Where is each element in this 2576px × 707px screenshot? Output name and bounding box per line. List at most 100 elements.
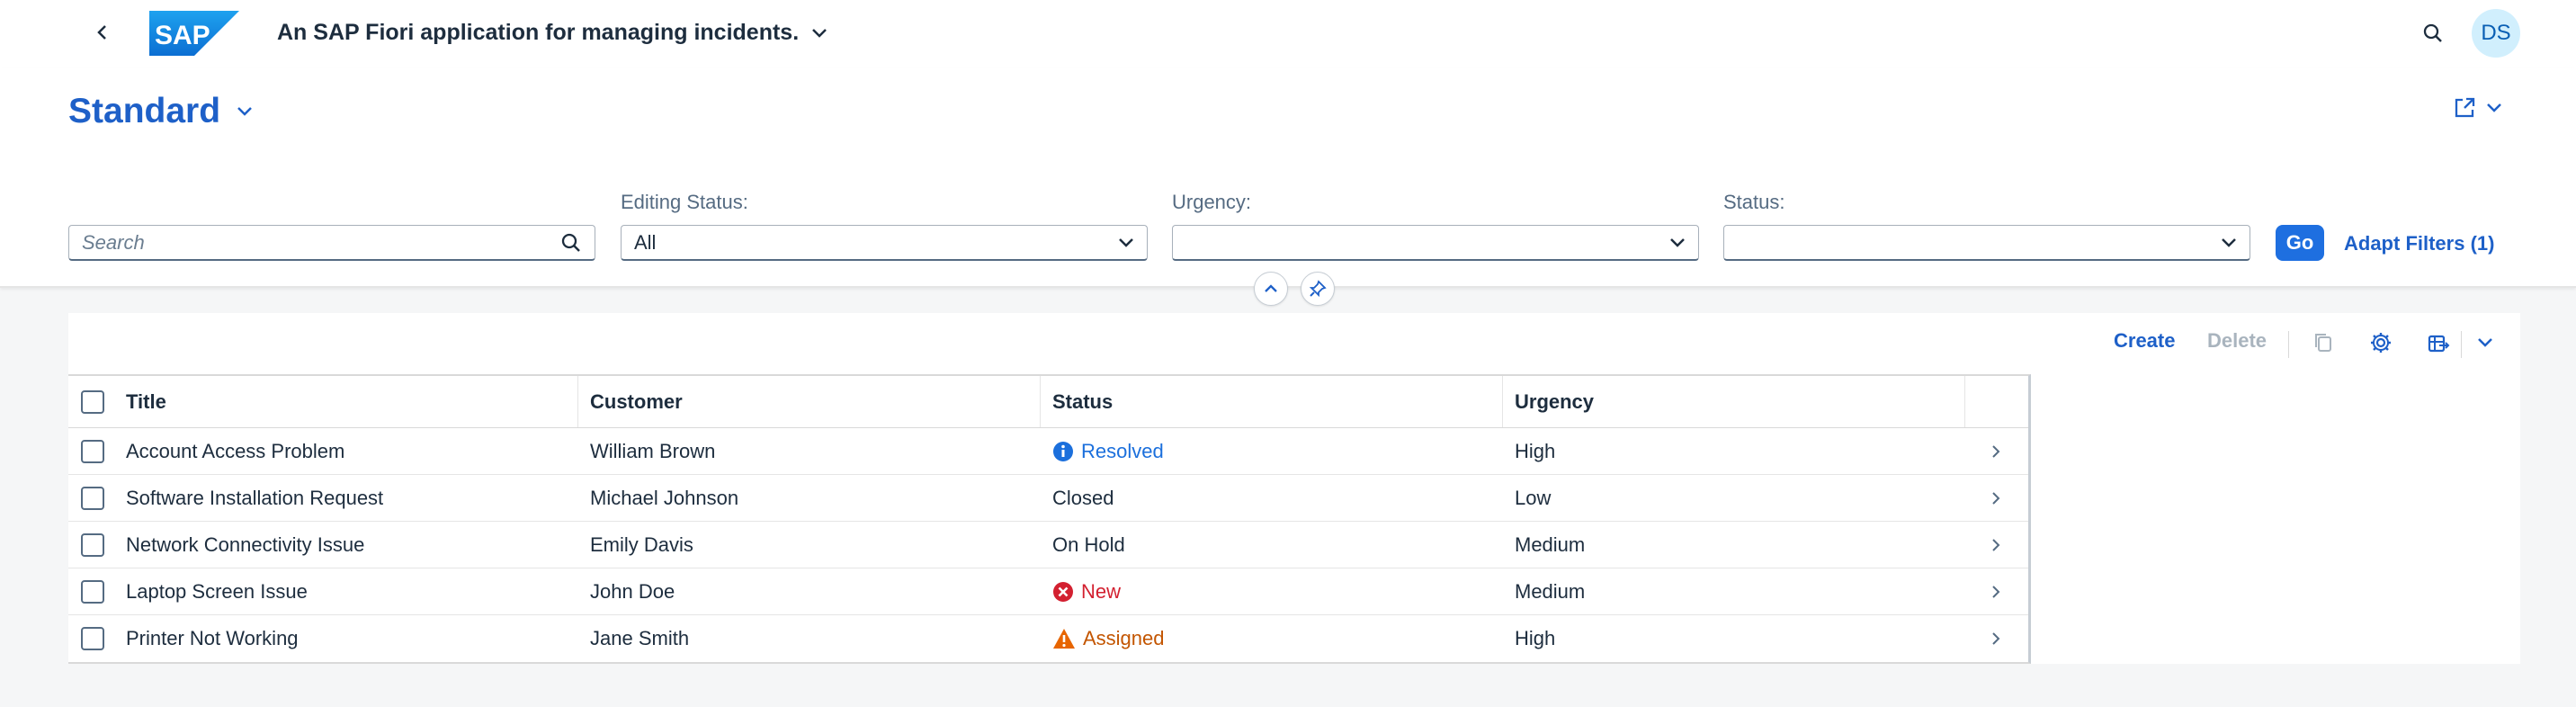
warning-icon xyxy=(1053,629,1075,649)
editing-status-value: All xyxy=(634,230,657,254)
row-checkbox[interactable] xyxy=(81,579,104,604)
chevron-right-icon xyxy=(1992,538,2000,551)
row-title: Printer Not Working xyxy=(126,627,299,649)
table-row[interactable]: Printer Not Working Jane Smith Assigned … xyxy=(68,615,2028,662)
export-button[interactable] xyxy=(2423,327,2454,358)
go-button[interactable]: Go xyxy=(2276,225,2324,261)
status-label: Status: xyxy=(1723,191,1785,213)
chevron-down-icon xyxy=(237,107,252,116)
search-icon xyxy=(2423,23,2442,42)
chevron-down-icon xyxy=(2487,103,2501,112)
delete-button[interactable]: Delete xyxy=(2207,329,2267,353)
create-button[interactable]: Create xyxy=(2114,329,2175,353)
editing-status-select[interactable]: All xyxy=(621,225,1148,261)
urgency-label: Urgency: xyxy=(1172,191,1252,213)
row-navigation[interactable] xyxy=(1990,522,2001,568)
chevron-down-icon xyxy=(1119,237,1133,247)
row-customer: William Brown xyxy=(590,439,716,462)
row-urgency: Low xyxy=(1515,486,1552,509)
row-checkbox[interactable] xyxy=(81,627,104,650)
chevron-down-icon xyxy=(2222,237,2236,247)
shell-search-button[interactable] xyxy=(2418,18,2448,49)
search-icon[interactable] xyxy=(560,232,582,254)
page-title: Standard xyxy=(68,92,221,130)
app-title-menu[interactable]: An SAP Fiori application for managing in… xyxy=(277,20,827,46)
column-header-status[interactable]: Status xyxy=(1052,376,1113,427)
gear-icon xyxy=(2371,333,2391,353)
table-row[interactable]: Laptop Screen Issue John Doe New Medium xyxy=(68,568,2028,615)
app-title: An SAP Fiori application for managing in… xyxy=(277,20,800,45)
avatar[interactable]: DS xyxy=(2472,9,2520,58)
sap-logo: SAP xyxy=(149,11,239,56)
row-status: Closed xyxy=(1052,486,1114,509)
search-input[interactable]: Search xyxy=(68,225,595,261)
column-header-urgency[interactable]: Urgency xyxy=(1515,376,1594,427)
export-icon xyxy=(2428,335,2450,353)
row-urgency: High xyxy=(1515,439,1556,462)
toolbar-separator xyxy=(2288,331,2289,358)
collapse-header-button[interactable] xyxy=(1254,272,1288,306)
row-checkbox[interactable] xyxy=(81,532,104,557)
row-customer: John Doe xyxy=(590,579,675,603)
row-urgency: Medium xyxy=(1515,579,1586,603)
column-header-title[interactable]: Title xyxy=(126,376,166,427)
share-icon xyxy=(2455,97,2475,118)
pin-icon xyxy=(1309,280,1327,298)
row-title: Laptop Screen Issue xyxy=(126,579,308,603)
chevron-down-icon xyxy=(812,28,827,38)
info-icon xyxy=(1053,441,1073,461)
status-select[interactable] xyxy=(1723,225,2250,261)
chevron-down-icon xyxy=(1670,237,1685,247)
row-navigation[interactable] xyxy=(1990,475,2001,521)
row-status: On Hold xyxy=(1052,532,1125,556)
row-navigation[interactable] xyxy=(1990,615,2001,662)
settings-button[interactable] xyxy=(2366,327,2396,358)
chevron-right-icon xyxy=(1992,632,2000,645)
row-navigation[interactable] xyxy=(1990,428,2001,474)
shell-bar: SAP An SAP Fiori application for managin… xyxy=(0,0,2576,68)
toolbar-separator xyxy=(2461,331,2462,358)
table-panel: Create Delete Title Customer Status Urge… xyxy=(68,313,2520,664)
row-title: Software Installation Request xyxy=(126,486,384,509)
share-button[interactable] xyxy=(2452,95,2502,121)
chevron-left-icon xyxy=(97,25,106,40)
row-checkbox[interactable] xyxy=(81,486,104,510)
row-urgency: Medium xyxy=(1515,532,1586,556)
chevron-up-icon xyxy=(1265,284,1277,292)
adapt-filters-button[interactable]: Adapt Filters (1) xyxy=(2344,232,2494,255)
row-checkbox[interactable] xyxy=(81,439,104,463)
back-button[interactable] xyxy=(86,16,119,49)
row-customer: Michael Johnson xyxy=(590,486,739,509)
row-title: Account Access Problem xyxy=(126,439,345,462)
row-urgency: High xyxy=(1515,627,1556,649)
urgency-select[interactable] xyxy=(1172,225,1699,261)
column-header-customer[interactable]: Customer xyxy=(590,376,683,427)
row-status: Assigned xyxy=(1083,627,1165,649)
row-customer: Jane Smith xyxy=(590,627,690,649)
page-header: Standard Search Editing Status: All Urge… xyxy=(0,68,2576,288)
chevron-right-icon xyxy=(1992,585,2000,598)
row-navigation[interactable] xyxy=(1990,568,2001,614)
select-all-checkbox[interactable] xyxy=(81,389,104,414)
pin-header-button[interactable] xyxy=(1301,272,1335,306)
variant-selector[interactable]: Standard xyxy=(68,92,253,131)
chevron-right-icon xyxy=(1992,444,2000,458)
copy-button[interactable] xyxy=(2308,327,2339,358)
row-title: Network Connectivity Issue xyxy=(126,532,365,556)
svg-text:SAP: SAP xyxy=(155,21,210,50)
incidents-table: Title Customer Status Urgency Account Ac… xyxy=(68,374,2031,664)
copy-icon xyxy=(2315,334,2331,352)
chevron-right-icon xyxy=(1992,491,2000,505)
chevron-down-icon xyxy=(2478,338,2492,347)
table-row[interactable]: Network Connectivity Issue Emily Davis O… xyxy=(68,522,2028,568)
editing-status-label: Editing Status: xyxy=(621,191,748,213)
row-status: Resolved xyxy=(1081,439,1164,462)
table-row[interactable]: Software Installation Request Michael Jo… xyxy=(68,475,2028,522)
export-menu-button[interactable] xyxy=(2470,327,2500,358)
row-customer: Emily Davis xyxy=(590,532,693,556)
table-header-row: Title Customer Status Urgency xyxy=(68,376,2028,428)
error-icon xyxy=(1053,581,1073,602)
row-status: New xyxy=(1081,579,1122,603)
search-placeholder: Search xyxy=(82,230,145,254)
table-row[interactable]: Account Access Problem William Brown Res… xyxy=(68,428,2028,475)
